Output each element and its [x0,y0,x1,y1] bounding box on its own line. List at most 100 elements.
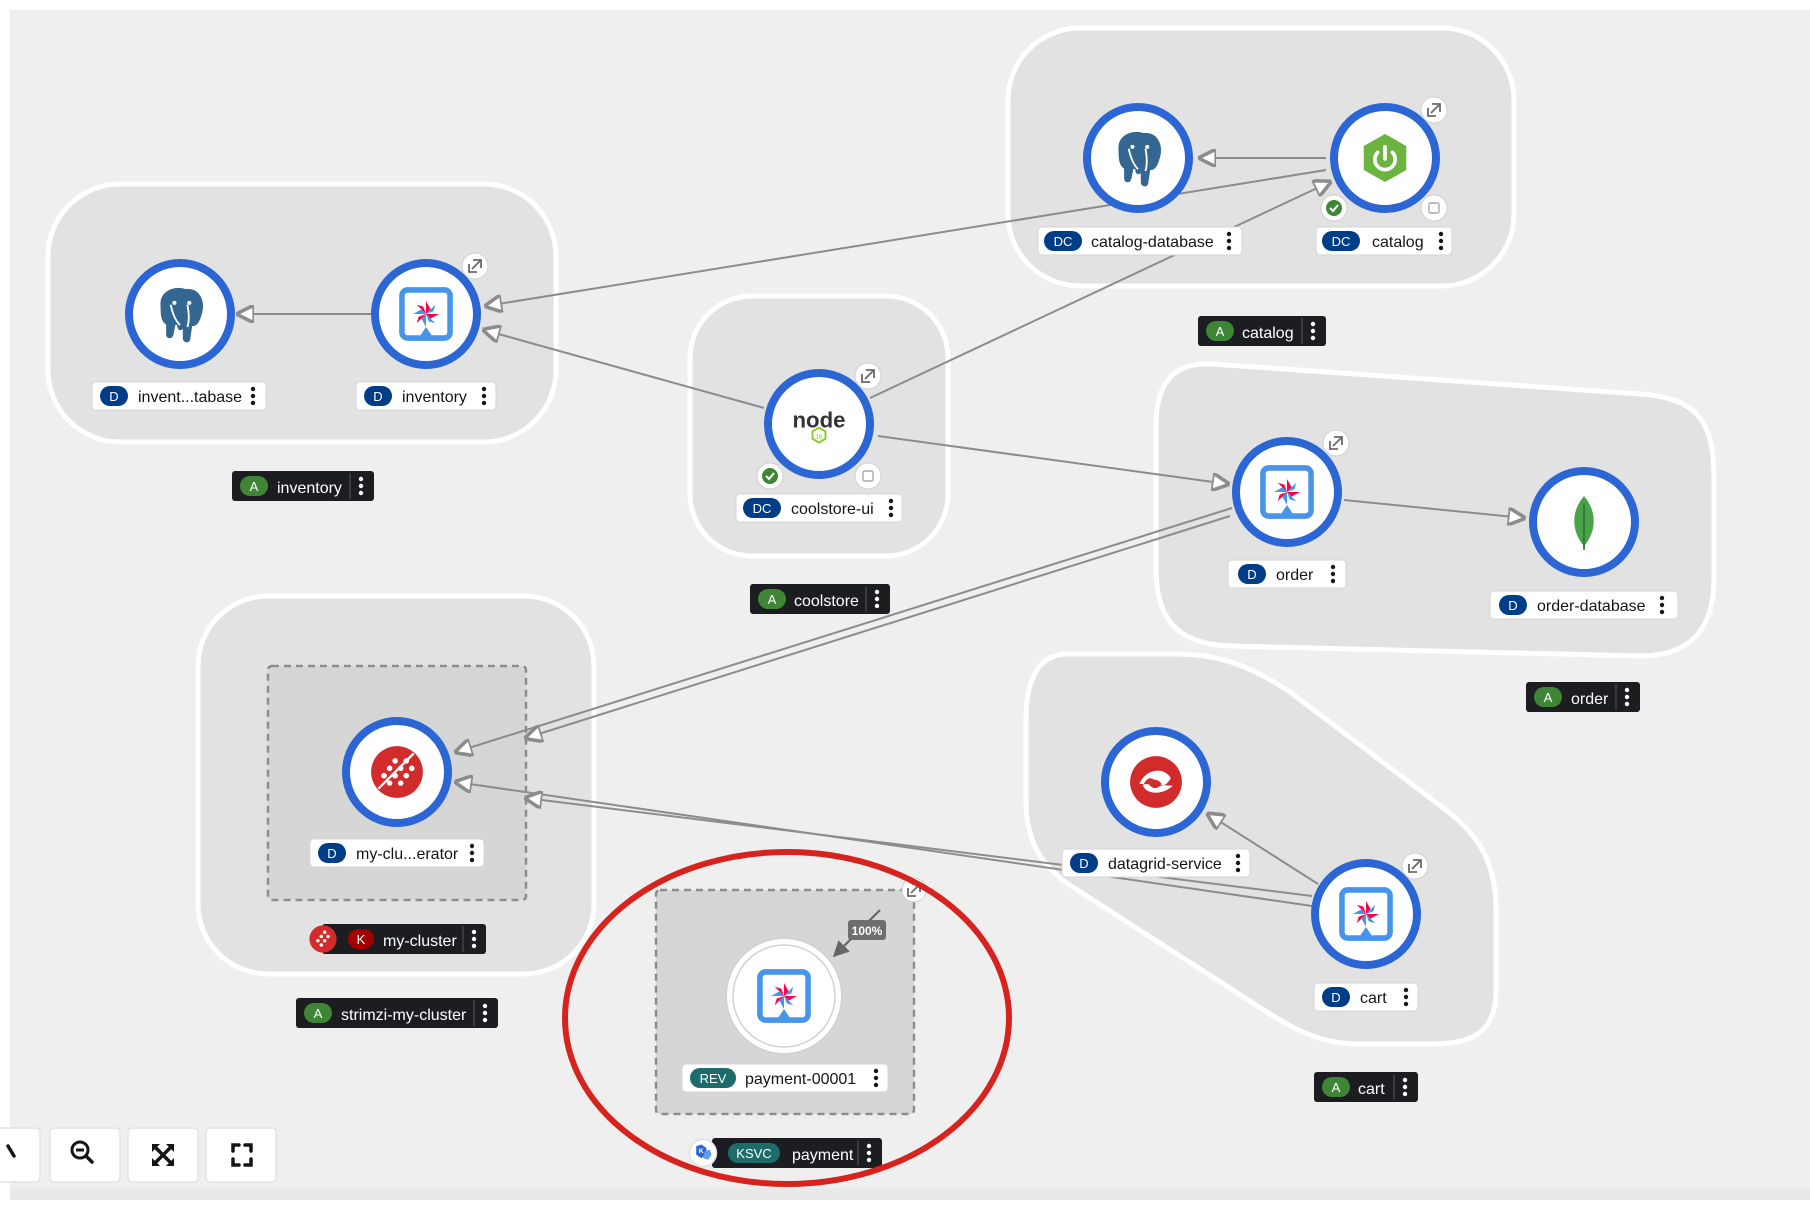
kebab-menu-icon[interactable] [1659,595,1665,615]
kebab-menu-icon[interactable] [250,386,256,406]
open-url-decorator[interactable] [1322,429,1350,457]
node-catalog[interactable] [1330,103,1440,213]
node-badge: DC [753,501,772,516]
quarkus-icon [760,972,808,1020]
node-my-cluster-operator[interactable] [342,717,452,827]
node-badge: D [1079,856,1088,871]
group-name: coolstore [794,593,859,610]
node-name: catalog [1372,234,1424,251]
group-name: cart [1358,1081,1385,1098]
node-label-payment-00001[interactable]: REV payment-00001 [681,1063,889,1093]
quarkus-icon [1263,468,1311,516]
node-label-catalog-database[interactable]: DC catalog-database [1037,226,1243,256]
kebab-menu-icon[interactable] [874,589,880,609]
zoom-in-button[interactable] [0,1127,41,1183]
strimzi-icon [369,744,425,800]
kebab-menu-icon[interactable] [1624,687,1630,707]
group-name: catalog [1242,325,1294,342]
ksvc-badge: KSVC [736,1146,771,1161]
kafka-label-my-cluster[interactable]: K my-cluster [309,924,486,954]
node-badge: D [1247,567,1256,582]
open-url-decorator[interactable] [461,252,489,280]
node-badge: D [109,389,118,404]
open-url-decorator[interactable] [1420,96,1448,124]
zoom-out-button[interactable] [49,1127,121,1183]
node-inventory-database[interactable] [125,259,235,369]
node-label-order[interactable]: D order [1227,559,1347,589]
node-name: order-database [1537,598,1646,615]
fit-to-screen-button[interactable] [127,1127,199,1183]
node-datagrid-service[interactable] [1101,727,1211,837]
node-catalog-database[interactable] [1083,103,1193,213]
group-label-cart[interactable]: A cart [1314,1072,1418,1102]
kebab-menu-icon[interactable] [358,476,364,496]
node-label-my-cluster-operator[interactable]: D my-clu...erator [309,838,485,868]
build-status-decorator[interactable] [1320,194,1348,222]
kebab-menu-icon[interactable] [471,929,477,949]
kebab-menu-icon[interactable] [1402,1077,1408,1097]
node-badge: D [373,389,382,404]
node-label-inventory-database[interactable]: D invent...tabase [91,381,267,411]
quarkus-icon [402,290,450,338]
check-circle-icon [762,468,778,484]
traffic-percentage-badge: 100% [848,920,886,940]
check-circle-icon [1326,200,1342,216]
kebab-menu-icon[interactable] [866,1143,872,1163]
node-label-datagrid-service[interactable]: D datagrid-service [1061,848,1251,878]
kebab-menu-icon[interactable] [1310,321,1316,341]
node-name: invent...tabase [138,389,242,406]
group-name: strimzi-my-cluster [341,1007,467,1024]
datagrid-icon [1130,756,1182,808]
kafka-badge: K [357,932,366,947]
kebab-menu-icon[interactable] [1235,853,1241,873]
node-name: datagrid-service [1108,856,1222,873]
open-url-decorator[interactable] [854,362,882,390]
group-badge: A [1544,690,1553,705]
group-name: inventory [277,480,342,497]
node-badge: DC [1054,234,1073,249]
node-label-order-database[interactable]: D order-database [1489,590,1679,620]
kebab-menu-icon[interactable] [482,1003,488,1023]
group-label-order[interactable]: A order [1526,682,1640,712]
kebab-menu-icon[interactable] [1403,987,1409,1007]
node-badge: D [1331,990,1340,1005]
group-label-strimzi-my-cluster[interactable]: A strimzi-my-cluster [296,998,498,1028]
node-order[interactable] [1232,437,1342,547]
node-label-coolstore-ui[interactable]: DC coolstore-ui [735,493,903,523]
node-inventory[interactable] [371,259,481,369]
kebab-menu-icon[interactable] [469,843,475,863]
kebab-menu-icon[interactable] [873,1068,879,1088]
kebab-menu-icon[interactable] [888,498,894,518]
build-status-decorator[interactable] [756,462,784,490]
node-cart[interactable] [1311,859,1421,969]
group-badge: A [768,592,777,607]
group-label-coolstore[interactable]: A coolstore [750,584,890,614]
node-name: coolstore-ui [791,501,874,518]
node-label-inventory[interactable]: D inventory [355,381,497,411]
node-badge: D [327,846,336,861]
pod-status-decorator[interactable] [854,462,882,490]
kebab-menu-icon[interactable] [1330,564,1336,584]
open-url-decorator[interactable] [1401,852,1429,880]
group-badge: A [1332,1080,1341,1095]
node-label-cart[interactable]: D cart [1313,982,1419,1012]
kafka-icon [309,925,337,953]
ksvc-label-payment[interactable]: KSVC payment [688,1138,882,1168]
reset-view-button[interactable] [205,1127,277,1183]
group-label-inventory[interactable]: A inventory [232,471,374,501]
kebab-menu-icon[interactable] [481,386,487,406]
node-name: inventory [402,389,467,406]
pod-status-decorator[interactable] [1420,194,1448,222]
group-badge: A [314,1006,323,1021]
kebab-menu-icon[interactable] [1226,231,1232,251]
knative-icon [688,1138,718,1168]
kebab-menu-icon[interactable] [1438,231,1444,251]
group-label-catalog[interactable]: A catalog [1198,316,1326,346]
node-name: catalog-database [1091,234,1214,251]
node-payment-revision[interactable] [725,937,843,1055]
group-badge: A [250,479,259,494]
node-coolstore-ui[interactable] [764,369,874,479]
node-order-database[interactable] [1529,467,1639,577]
node-label-catalog[interactable]: DC catalog [1315,226,1453,256]
topology-canvas[interactable]: node JS [0,0,1810,1208]
